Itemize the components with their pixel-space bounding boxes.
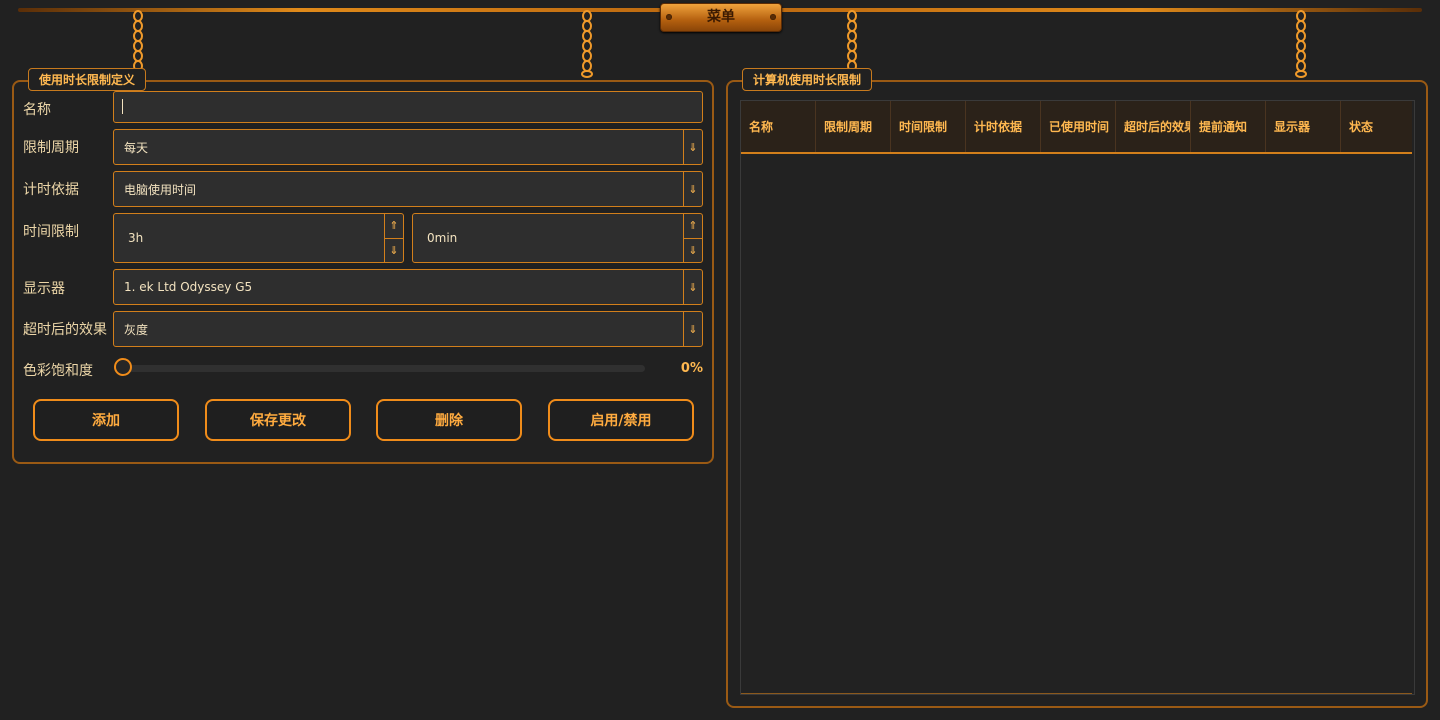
- basis-label: 计时依据: [23, 182, 79, 198]
- monitor-select-value: 1. ek Ltd Odyssey G5: [124, 280, 253, 294]
- period-label: 限制周期: [23, 140, 79, 156]
- effect-select[interactable]: 灰度 ⇓: [113, 311, 703, 347]
- column-header-period[interactable]: 限制周期: [816, 101, 891, 152]
- up-arrow-icon[interactable]: ⇑: [684, 214, 702, 238]
- name-label: 名称: [23, 102, 51, 118]
- up-arrow-icon[interactable]: ⇑: [385, 214, 403, 238]
- column-header-name[interactable]: 名称: [741, 101, 816, 152]
- basis-select[interactable]: 电脑使用时间 ⇓: [113, 171, 703, 207]
- down-arrow-icon[interactable]: ⇓: [683, 270, 702, 304]
- monitor-select[interactable]: 1. ek Ltd Odyssey G5 ⇓: [113, 269, 703, 305]
- column-header-effect[interactable]: 超时后的效果: [1116, 101, 1191, 152]
- table-bottom-line: [741, 693, 1412, 694]
- limit-definition-title: 使用时长限制定义: [28, 68, 147, 91]
- effect-label: 超时后的效果: [23, 322, 107, 338]
- rivet-icon: [666, 14, 672, 20]
- period-select-value: 每天: [124, 140, 149, 155]
- down-arrow-icon[interactable]: ⇓: [683, 130, 702, 164]
- limits-table[interactable]: 名称 限制周期 时间限制 计时依据 已使用时间 超时后的效果 提前通知 显示器 …: [740, 100, 1415, 695]
- menu-button[interactable]: 菜单: [660, 3, 782, 32]
- minutes-spinbox[interactable]: 0min ⇑ ⇓: [412, 213, 703, 263]
- menu-label: 菜单: [707, 9, 735, 25]
- down-arrow-icon[interactable]: ⇓: [683, 312, 702, 346]
- effect-select-value: 灰度: [124, 322, 149, 337]
- basis-select-value: 电脑使用时间: [124, 182, 197, 197]
- down-arrow-icon[interactable]: ⇓: [385, 237, 403, 263]
- minutes-value: 0min: [427, 231, 458, 245]
- column-header-status[interactable]: 状态: [1341, 101, 1412, 152]
- saturation-slider-thumb[interactable]: [114, 358, 132, 376]
- save-changes-button[interactable]: 保存更改: [205, 399, 351, 441]
- enable-disable-button[interactable]: 启用/禁用: [548, 399, 694, 441]
- delete-button[interactable]: 删除: [376, 399, 522, 441]
- column-header-used-time[interactable]: 已使用时间: [1041, 101, 1116, 152]
- hours-spinbox[interactable]: 3h ⇑ ⇓: [113, 213, 404, 263]
- name-input[interactable]: [113, 91, 703, 123]
- saturation-value: 0%: [680, 361, 703, 376]
- column-header-monitor[interactable]: 显示器: [1266, 101, 1341, 152]
- down-arrow-icon[interactable]: ⇓: [684, 237, 702, 263]
- saturation-label: 色彩饱和度: [23, 363, 93, 379]
- add-button[interactable]: 添加: [33, 399, 179, 441]
- column-header-time-limit[interactable]: 时间限制: [891, 101, 966, 152]
- period-select[interactable]: 每天 ⇓: [113, 129, 703, 165]
- chain-icon: [581, 10, 593, 78]
- limits-list-title: 计算机使用时长限制: [742, 68, 873, 91]
- chain-icon: [1295, 10, 1307, 78]
- column-header-notify[interactable]: 提前通知: [1191, 101, 1266, 152]
- hours-value: 3h: [128, 231, 144, 245]
- saturation-slider-track[interactable]: [123, 365, 645, 372]
- time-limit-label: 时间限制: [23, 224, 79, 240]
- table-header: 名称 限制周期 时间限制 计时依据 已使用时间 超时后的效果 提前通知 显示器 …: [741, 101, 1412, 154]
- monitor-label: 显示器: [23, 281, 65, 297]
- text-caret: [122, 99, 123, 114]
- column-header-basis[interactable]: 计时依据: [966, 101, 1041, 152]
- down-arrow-icon[interactable]: ⇓: [683, 172, 702, 206]
- rivet-icon: [770, 14, 776, 20]
